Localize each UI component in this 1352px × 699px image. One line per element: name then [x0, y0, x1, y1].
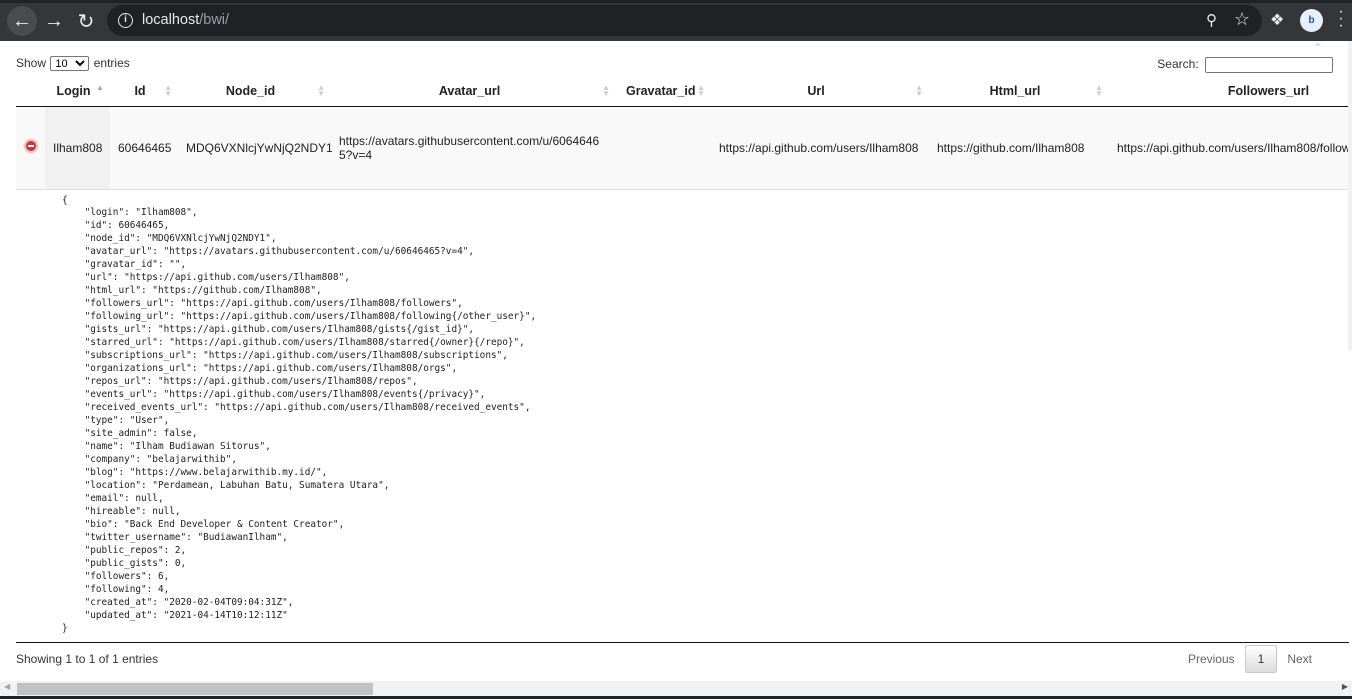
child-detail-row: { "login": "Ilham808", "id": 60646465, "… [16, 189, 1352, 642]
show-label: Show [16, 56, 47, 70]
pagination: Previous 1 Next [1178, 645, 1322, 673]
bookmark-star-icon[interactable]: ☆ [1234, 9, 1250, 30]
search-filter: Search: [1157, 57, 1333, 73]
browser-menu-icon[interactable]: · · · [1336, 4, 1346, 34]
url-text[interactable]: localhost/bwi/ [142, 12, 229, 28]
control-column-header [16, 77, 45, 107]
horizontal-scrollbar[interactable]: ◀ ▶ [0, 681, 1352, 696]
sort-both-icon: ▲ ▼ [164, 83, 172, 98]
previous-page-button[interactable]: Previous [1178, 646, 1245, 672]
sort-both-icon: ▲ ▼ [602, 83, 610, 98]
browser-toolbar: ← → ↻ i localhost/bwi/ ⚲ ☆ ❖ b · · · [0, 0, 1352, 41]
user-json-detail: { "login": "Ilham808", "id": 60646465, "… [62, 194, 537, 634]
column-header-gravatar-id[interactable]: Gravatar_id ▲ ▼ [616, 77, 711, 107]
entries-per-page-select[interactable]: 10 [50, 56, 90, 71]
profile-avatar[interactable]: b [1300, 9, 1323, 32]
cell-gravatar-id [616, 106, 711, 190]
cell-login: Ilham808 [45, 106, 110, 190]
page-button-current[interactable]: 1 [1244, 645, 1278, 673]
table-bottom-border [16, 642, 1349, 643]
child-detail-cell: { "login": "Ilham808", "id": 60646465, "… [16, 189, 1352, 642]
column-label: Gravatar_id [626, 84, 696, 99]
users-table: Login ▲ Id ▲ ▼ Node_id ▲ ▼ Avatar_url ▲ ▼ Grava… [16, 77, 1352, 642]
search-input[interactable] [1205, 57, 1333, 73]
scrollbar-thumb[interactable] [17, 683, 373, 695]
column-label: Avatar_url [438, 84, 501, 99]
info-icon[interactable]: i [118, 13, 133, 28]
forward-button[interactable]: → [39, 6, 69, 36]
entries-label: entries [93, 56, 130, 70]
url-host: localhost [142, 12, 200, 28]
back-button[interactable]: ← [7, 6, 37, 36]
profile-initials: b [1308, 15, 1315, 26]
extensions-puzzle-icon[interactable]: ❖ [1270, 10, 1284, 30]
arrow-left-icon: ← [12, 9, 32, 32]
cell-url: https://api.github.com/users/Ilham808 [711, 106, 929, 190]
scroll-right-arrow-icon[interactable]: ▶ [1342, 682, 1348, 691]
sort-both-icon: ▲ ▼ [317, 83, 325, 98]
column-label: Html_url [989, 84, 1041, 99]
sort-ascending-icon: ▲ [96, 83, 104, 92]
data-table-wrapper: Login ▲ Id ▲ ▼ Node_id ▲ ▼ Avatar_url ▲ ▼ Grava… [16, 77, 1352, 643]
table-row: Ilham808 60646465 MDQ6VXNlcjYwNjQ2NDY1 h… [16, 106, 1352, 190]
chevron-up-icon[interactable]: ⌃ [1308, 41, 1328, 55]
column-label: Login [56, 84, 91, 99]
column-label: Url [807, 84, 825, 99]
arrow-right-icon: → [44, 9, 64, 32]
column-label: Followers_url [1227, 84, 1310, 99]
page-content: Show 10 entries ⌃ ⌄ Search: Login▲ Id▲▼ … [0, 41, 1352, 699]
cell-avatar-url: https://avatars.githubusercontent.com/u/… [331, 106, 616, 190]
table-header-row: Login ▲ Id ▲ ▼ Node_id ▲ ▼ Avatar_url ▲ ▼ Grava… [16, 77, 1352, 107]
column-header-html-url[interactable]: Html_url ▲ ▼ [929, 77, 1109, 107]
sort-both-icon: ▲ ▼ [1095, 83, 1103, 98]
cell-html-url: https://github.com/Ilham808 [929, 106, 1109, 190]
row-control-cell[interactable] [16, 106, 45, 190]
cell-id: 60646465 [110, 106, 178, 190]
vertical-scrollbar[interactable] [1348, 41, 1352, 351]
sort-both-icon: ▲ ▼ [915, 83, 923, 98]
sort-both-icon: ▲ ▼ [697, 83, 705, 98]
table-info: Showing 1 to 1 of 1 entries [16, 652, 159, 666]
cell-node-id: MDQ6VXNlcjYwNjQ2NDY1 [178, 106, 333, 190]
reload-button[interactable]: ↻ [71, 6, 101, 36]
column-label: Node_id [225, 84, 276, 99]
column-header-followers-url[interactable]: Followers_url▲▼ [1109, 77, 1352, 107]
entries-length-control: Show 10 entries [16, 56, 130, 71]
reload-icon: ↻ [77, 10, 95, 33]
cell-followers-url: https://api.github.com/users/Ilham808/fo… [1109, 106, 1352, 190]
search-label: Search: [1157, 57, 1199, 72]
url-path: /bwi/ [199, 12, 230, 28]
column-header-id[interactable]: Id ▲ ▼ [110, 77, 178, 107]
column-header-node-id[interactable]: Node_id ▲ ▼ [178, 77, 331, 107]
column-header-url[interactable]: Url ▲ ▼ [711, 77, 929, 107]
column-header-avatar-url[interactable]: Avatar_url ▲ ▼ [331, 77, 616, 107]
zoom-out-icon[interactable]: ⚲ [1206, 11, 1217, 29]
collapse-row-icon[interactable] [24, 139, 38, 153]
next-page-button[interactable]: Next [1277, 646, 1322, 672]
tab-strip [0, 0, 1352, 3]
column-label: Id [134, 84, 146, 99]
address-bar[interactable]: i localhost/bwi/ ⚲ ☆ [107, 5, 1262, 36]
column-header-login[interactable]: Login ▲ [45, 77, 110, 107]
scroll-left-arrow-icon[interactable]: ◀ [4, 682, 10, 691]
